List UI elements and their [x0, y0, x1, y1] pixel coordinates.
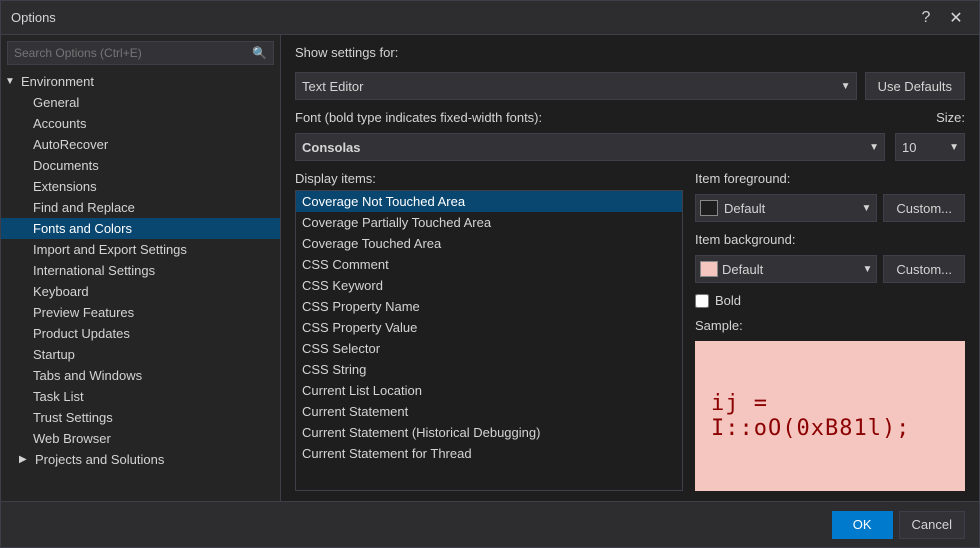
bottom-bar: OK Cancel — [1, 501, 979, 547]
tree-container: ▼ Environment General Accounts AutoRecov… — [1, 71, 280, 501]
tree-item-import-export[interactable]: Import and Export Settings — [1, 239, 280, 260]
cancel-button[interactable]: Cancel — [899, 511, 965, 539]
show-settings-label: Show settings for: — [295, 45, 398, 60]
item-foreground-dropdown[interactable]: Default — [695, 194, 877, 222]
tree-item-find-replace[interactable]: Find and Replace — [1, 197, 280, 218]
tree-item-keyboard[interactable]: Keyboard — [1, 281, 280, 302]
font-label-row: Font (bold type indicates fixed-width fo… — [295, 110, 965, 129]
environment-section-header[interactable]: ▼ Environment — [1, 71, 280, 92]
bold-checkbox[interactable] — [695, 294, 709, 308]
display-list[interactable]: Coverage Not Touched Area Coverage Parti… — [295, 190, 683, 491]
dialog-body: 🔍 ▼ Environment General Accounts AutoRec… — [1, 35, 979, 501]
tree-item-product-updates[interactable]: Product Updates — [1, 323, 280, 344]
help-button[interactable]: ? — [913, 7, 939, 29]
left-panel: 🔍 ▼ Environment General Accounts AutoRec… — [1, 35, 281, 501]
font-label: Font (bold type indicates fixed-width fo… — [295, 110, 542, 125]
item-foreground-row: Default ▼ Custom... — [695, 194, 965, 222]
tree-item-trust-settings[interactable]: Trust Settings — [1, 407, 280, 428]
environment-label: Environment — [21, 74, 94, 89]
sample-text: ij = I::oO(0xB81l); — [711, 391, 949, 441]
size-dropdown-wrapper: 8910111214161820 ▼ — [895, 133, 965, 161]
item-foreground-label: Item foreground: — [695, 171, 965, 186]
display-item-9[interactable]: Current List Location — [296, 380, 682, 401]
tree-item-extensions[interactable]: Extensions — [1, 176, 280, 197]
font-dropdown-wrapper: Consolas ▼ — [295, 133, 885, 161]
item-bg-chevron-icon: ▼ — [862, 264, 872, 275]
item-background-section: Item background: Default ▼ Custom... — [695, 232, 965, 283]
bold-label: Bold — [715, 293, 741, 308]
display-item-5[interactable]: CSS Property Name — [296, 296, 682, 317]
item-background-dropdown-wrapper: Default ▼ — [695, 255, 877, 283]
display-item-0[interactable]: Coverage Not Touched Area — [296, 191, 682, 212]
display-item-12[interactable]: Current Statement for Thread — [296, 443, 682, 464]
font-controls-row: Consolas ▼ 8910111214161820 ▼ — [295, 133, 965, 161]
display-item-7[interactable]: CSS Selector — [296, 338, 682, 359]
tree-item-task-list[interactable]: Task List — [1, 386, 280, 407]
title-bar: Options ? ✕ — [1, 1, 979, 35]
display-item-2[interactable]: Coverage Touched Area — [296, 233, 682, 254]
show-settings-dropdown-wrapper: Text Editor ▼ — [295, 72, 857, 100]
options-dialog: Options ? ✕ 🔍 ▼ Environment General Acco… — [0, 0, 980, 548]
tree-item-preview-features[interactable]: Preview Features — [1, 302, 280, 323]
environment-arrow: ▼ — [5, 76, 19, 87]
sample-box: ij = I::oO(0xB81l); — [695, 341, 965, 491]
close-button[interactable]: ✕ — [943, 7, 969, 29]
display-item-10[interactable]: Current Statement — [296, 401, 682, 422]
item-bg-color-swatch — [700, 261, 718, 277]
sample-section: Sample: ij = I::oO(0xB81l); — [695, 318, 965, 491]
right-column: Item foreground: Default ▼ Custom... Ite… — [695, 171, 965, 491]
item-foreground-custom-button[interactable]: Custom... — [883, 194, 965, 222]
projects-arrow: ▶ — [19, 454, 33, 465]
ok-button[interactable]: OK — [832, 511, 893, 539]
tree-item-international[interactable]: International Settings — [1, 260, 280, 281]
display-item-1[interactable]: Coverage Partially Touched Area — [296, 212, 682, 233]
search-input[interactable] — [8, 42, 246, 64]
tree-item-web-browser[interactable]: Web Browser — [1, 428, 280, 449]
display-item-11[interactable]: Current Statement (Historical Debugging) — [296, 422, 682, 443]
tree-item-tabs-windows[interactable]: Tabs and Windows — [1, 365, 280, 386]
bold-row: Bold — [695, 293, 965, 308]
show-settings-row: Show settings for: — [295, 45, 965, 64]
display-item-8[interactable]: CSS String — [296, 359, 682, 380]
display-item-4[interactable]: CSS Keyword — [296, 275, 682, 296]
display-item-6[interactable]: CSS Property Value — [296, 317, 682, 338]
tree-item-accounts[interactable]: Accounts — [1, 113, 280, 134]
size-label: Size: — [936, 110, 965, 125]
right-panel: Show settings for: Text Editor ▼ Use Def… — [281, 35, 979, 501]
size-dropdown[interactable]: 8910111214161820 — [895, 133, 965, 161]
list-column: Display items: Coverage Not Touched Area… — [295, 171, 683, 491]
display-item-3[interactable]: CSS Comment — [296, 254, 682, 275]
tree-item-startup[interactable]: Startup — [1, 344, 280, 365]
item-background-value: Default — [722, 262, 858, 277]
sample-label: Sample: — [695, 318, 965, 333]
item-background-row: Default ▼ Custom... — [695, 255, 965, 283]
item-background-label: Item background: — [695, 232, 965, 247]
item-background-custom-button[interactable]: Custom... — [883, 255, 965, 283]
search-icon[interactable]: 🔍 — [246, 42, 273, 64]
tree-item-autorecover[interactable]: AutoRecover — [1, 134, 280, 155]
tree-item-general[interactable]: General — [1, 92, 280, 113]
font-dropdown[interactable]: Consolas — [295, 133, 885, 161]
show-settings-dropdown[interactable]: Text Editor — [295, 72, 857, 100]
projects-label: Projects and Solutions — [35, 452, 164, 467]
dialog-title: Options — [11, 10, 56, 25]
tree-item-documents[interactable]: Documents — [1, 155, 280, 176]
display-section: Display items: Coverage Not Touched Area… — [295, 171, 965, 491]
display-items-label: Display items: — [295, 171, 683, 186]
show-settings-left: Show settings for: — [295, 45, 398, 64]
title-bar-controls: ? ✕ — [913, 7, 969, 29]
search-box-container: 🔍 — [7, 41, 274, 65]
tree-item-fonts-colors[interactable]: Fonts and Colors — [1, 218, 280, 239]
item-foreground-dropdown-wrapper: Default ▼ — [695, 194, 877, 222]
tree-item-projects[interactable]: ▶ Projects and Solutions — [1, 449, 280, 470]
item-foreground-section: Item foreground: Default ▼ Custom... — [695, 171, 965, 222]
use-defaults-button[interactable]: Use Defaults — [865, 72, 965, 100]
